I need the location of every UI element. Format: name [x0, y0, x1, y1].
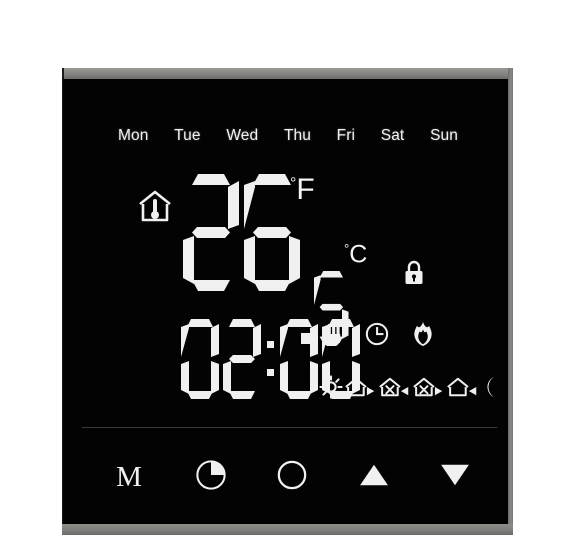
temp-down-button[interactable]: [429, 454, 481, 500]
unit-f-letter: F: [296, 173, 315, 206]
hand-icon: [321, 322, 343, 351]
sun-icon: [319, 375, 343, 404]
mode-button[interactable]: M: [103, 454, 155, 500]
house-arrow-in-icon: [446, 375, 479, 404]
weekday-sun[interactable]: Sun: [430, 127, 458, 145]
triangle-down-icon: [439, 462, 471, 493]
house-meal-arrow-in-icon: [378, 375, 411, 404]
power-circle-icon: [276, 459, 308, 496]
device-bezel-right: [508, 68, 513, 535]
thermostat-device: Mon Tue Wed Thu Fri Sat Sun °F °C M: [62, 68, 513, 535]
weekday-thu[interactable]: Thu: [284, 127, 311, 145]
clock-digit-0b: [280, 319, 318, 399]
weekday-mon[interactable]: Mon: [118, 127, 148, 145]
mode-button-label: M: [116, 460, 142, 493]
unit-fahrenheit: °F: [290, 175, 315, 205]
clock-colon: [267, 319, 274, 399]
status-icon-row: [321, 321, 451, 352]
temperature-integer: [183, 174, 303, 299]
clock-icon: [365, 322, 389, 351]
lcd-screen: Mon Tue Wed Thu Fri Sat Sun °F °C M: [63, 79, 508, 524]
screen-divider: [82, 427, 497, 428]
power-button[interactable]: [266, 454, 318, 500]
device-bezel-top: [62, 68, 513, 79]
weekday-wed[interactable]: Wed: [226, 127, 258, 145]
temperature-display: °F °C: [63, 174, 508, 344]
weekday-fri[interactable]: Fri: [337, 127, 355, 145]
house-meal-arrow-out-icon: [412, 375, 445, 404]
temp-up-button[interactable]: [348, 454, 400, 500]
flame-icon: [411, 321, 435, 352]
moon-icon: [480, 375, 499, 404]
house-arrow-out-icon: [344, 375, 377, 404]
house-thermometer-icon: [136, 187, 174, 225]
weekday-row: Mon Tue Wed Thu Fri Sat Sun: [118, 127, 458, 145]
seg-digit-2: [183, 174, 239, 292]
weekday-tue[interactable]: Tue: [174, 127, 200, 145]
touch-button-row: M: [103, 454, 481, 500]
schedule-period-row: [319, 375, 499, 404]
clock-digit-0: [181, 319, 219, 399]
unit-c-letter: C: [349, 240, 368, 269]
clock-pie-icon: [195, 459, 227, 496]
weekday-sat[interactable]: Sat: [381, 127, 405, 145]
timer-button[interactable]: [185, 454, 237, 500]
padlock-icon: [403, 260, 425, 286]
unit-celsius: °C: [344, 242, 367, 267]
device-bezel-bottom: [62, 524, 513, 535]
triangle-up-icon: [358, 462, 390, 493]
clock-digit-2: [223, 319, 261, 399]
